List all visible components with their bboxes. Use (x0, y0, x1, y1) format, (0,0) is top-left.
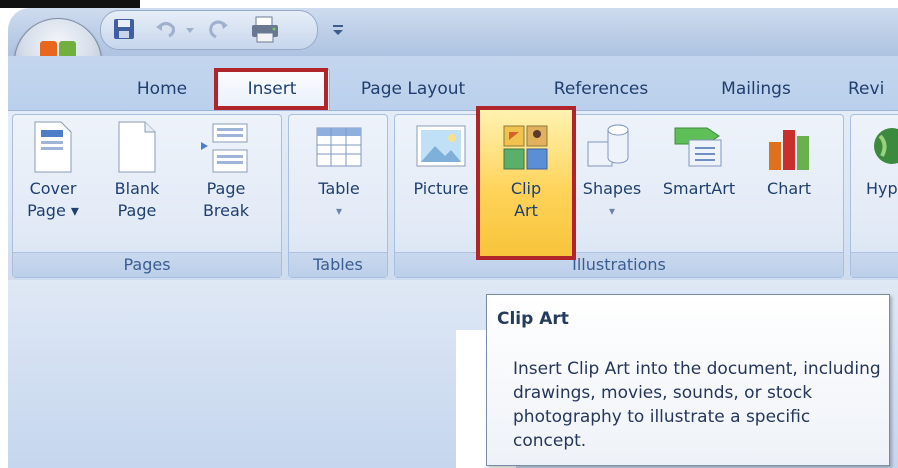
customize-qat-icon[interactable] (330, 22, 346, 38)
tab-insert-highlight (214, 68, 328, 110)
cover-page-label-1: Cover (29, 179, 77, 198)
smartart-icon (674, 127, 722, 167)
redo-icon[interactable] (206, 17, 230, 41)
tab-mailings[interactable]: Mailings (704, 72, 808, 106)
cover-page-label-2: Page ▾ (27, 201, 79, 220)
table-label: Table (318, 179, 360, 198)
shapes-label: Shapes (582, 179, 642, 198)
picture-icon (416, 125, 466, 167)
chart-button[interactable]: Chart (750, 120, 828, 200)
shapes-button[interactable]: Shapes ▾ (574, 120, 650, 222)
save-icon[interactable] (112, 17, 136, 41)
clip-art-highlight (476, 106, 576, 260)
cover-page-icon (34, 121, 72, 173)
blank-page-label-2: Page (117, 201, 157, 220)
group-links-label (851, 252, 898, 277)
chart-icon (769, 130, 809, 170)
page-break-button[interactable]: Page Break (184, 120, 268, 222)
tab-review[interactable]: Revi (848, 72, 898, 106)
smartart-label: SmartArt (662, 179, 736, 198)
tab-home[interactable]: Home (122, 72, 202, 106)
hyperlink-icon (874, 128, 898, 164)
group-pages-label: Pages (13, 252, 281, 277)
page-break-icon (201, 123, 248, 173)
undo-dropdown-icon[interactable] (184, 24, 196, 36)
picture-button[interactable]: Picture (404, 120, 478, 200)
smartart-button[interactable]: SmartArt (654, 120, 744, 200)
tooltip-description: Insert Clip Art into the document, inclu… (513, 359, 881, 451)
shapes-icon (587, 124, 629, 167)
tab-page-layout[interactable]: Page Layout (338, 72, 488, 106)
page-break-label-1: Page (206, 179, 246, 198)
table-icon (316, 127, 362, 167)
clip-art-tooltip: Clip Art Insert Clip Art into the docume… (486, 294, 890, 466)
chart-label: Chart (767, 179, 811, 198)
hyperlink-label: Hyp (866, 179, 898, 198)
blank-page-icon (118, 121, 156, 173)
window-corner (0, 0, 140, 8)
picture-label: Picture (413, 179, 469, 198)
undo-icon[interactable] (154, 17, 178, 41)
table-dropdown-arrow: ▾ (335, 204, 343, 218)
blank-page-label-1: Blank (114, 179, 160, 198)
group-illustrations-label: Illustrations (395, 252, 843, 277)
shapes-dropdown-arrow: ▾ (608, 204, 616, 218)
group-tables-label: Tables (289, 252, 387, 277)
blank-page-button[interactable]: Blank Page (104, 120, 170, 222)
tab-references[interactable]: References (536, 72, 666, 106)
table-button[interactable]: Table ▾ (296, 120, 382, 222)
quick-print-icon[interactable] (250, 14, 280, 44)
page-break-label-2: Break (202, 201, 250, 220)
hyperlink-button[interactable]: Hyp (866, 120, 898, 200)
tooltip-title: Clip Art (497, 309, 569, 329)
cover-page-button[interactable]: Cover Page ▾ (18, 120, 88, 222)
